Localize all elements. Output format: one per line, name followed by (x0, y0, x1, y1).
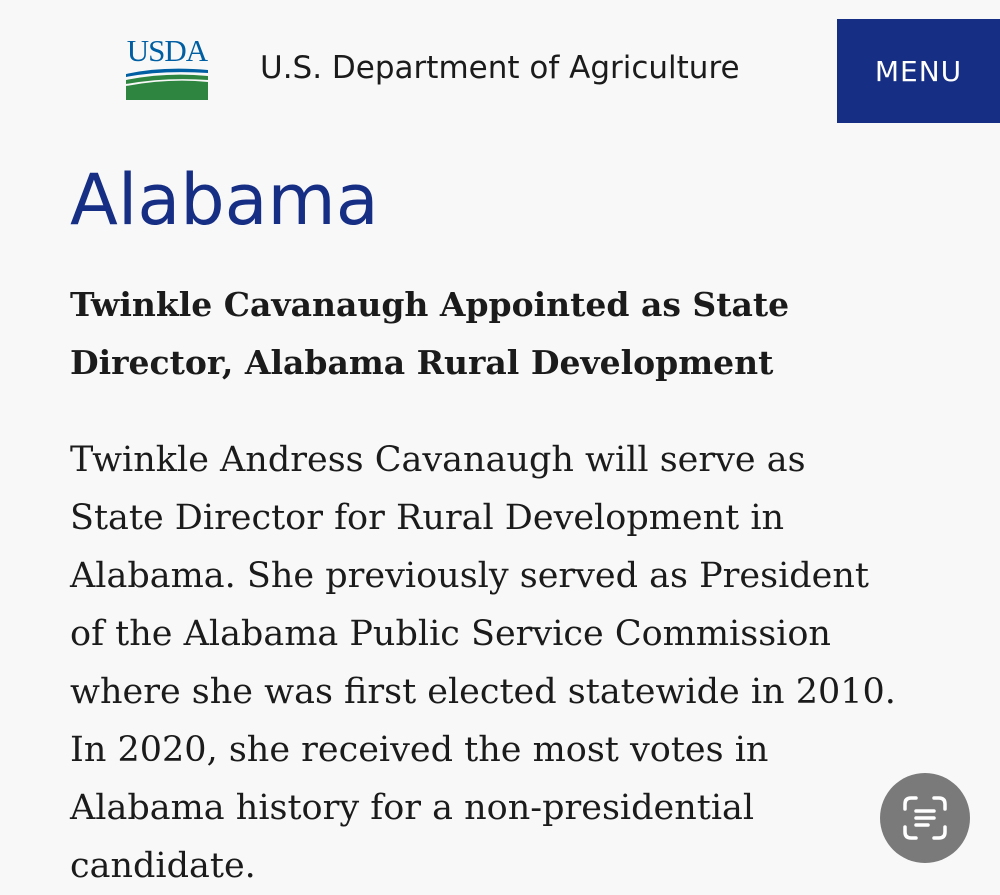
menu-button[interactable]: MENU (837, 19, 1000, 123)
site-header: USDA U.S. Department of Agriculture MENU (0, 0, 1000, 140)
text-scan-button[interactable] (880, 773, 970, 863)
article-body: Twinkle Andress Cavanaugh will serve as … (70, 440, 896, 886)
text-scan-icon (903, 796, 947, 840)
usda-logo[interactable]: USDA (126, 33, 208, 100)
article-headline: Twinkle Cavanaugh Appointed as State Dir… (70, 285, 790, 382)
agency-name[interactable]: U.S. Department of Agriculture (260, 46, 740, 90)
page-title: Alabama (70, 159, 379, 241)
usda-logo-fields-icon (126, 68, 208, 100)
